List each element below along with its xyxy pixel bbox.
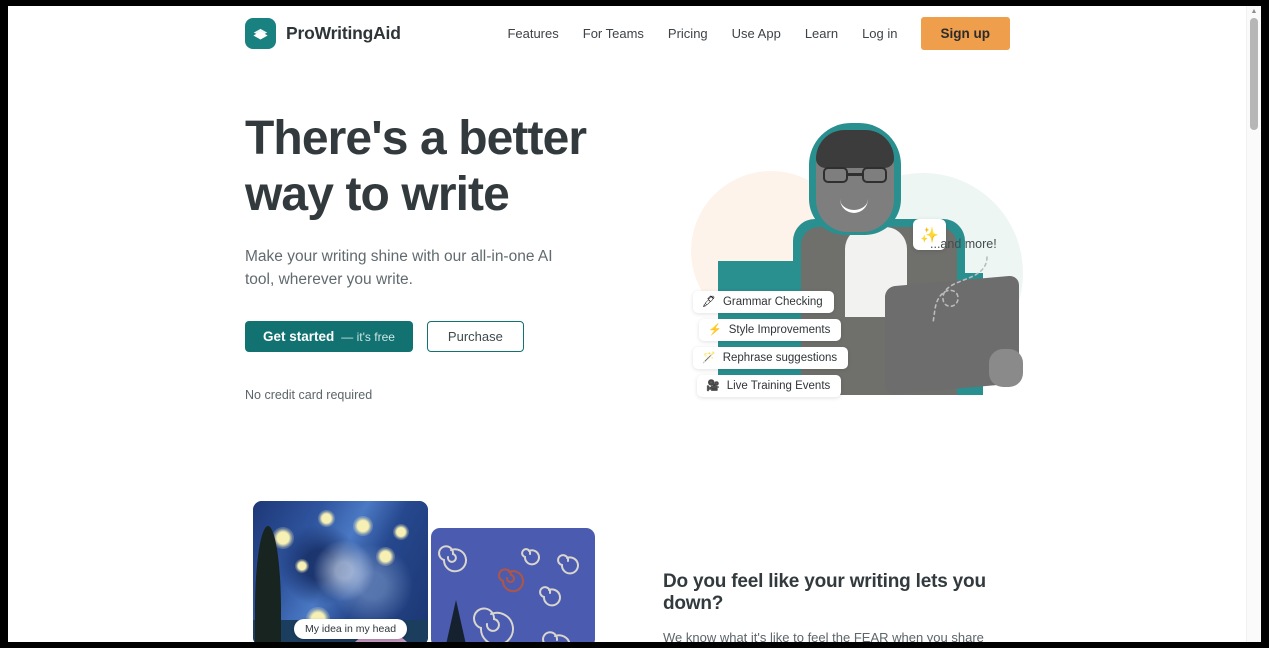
feature-chip-label: Rephrase suggestions xyxy=(722,352,838,364)
section-two-copy: Do you feel like your writing lets you d… xyxy=(663,571,1013,642)
and-more-label: ...and more! xyxy=(930,237,997,251)
feature-chip-label: Grammar Checking xyxy=(722,296,823,308)
feature-chip-rephrase-suggestions: 🪄 Rephrase suggestions xyxy=(693,347,849,369)
star xyxy=(317,509,335,527)
get-started-button[interactable]: Get started — it's free xyxy=(245,321,413,352)
main-navigation: Features For Teams Pricing Use App Learn… xyxy=(495,17,1010,50)
scrollbar-thumb[interactable] xyxy=(1250,18,1258,130)
page-content: ProWritingAid Features For Teams Pricing… xyxy=(8,6,1247,642)
feature-chip-label: Style Improvements xyxy=(728,324,831,336)
scroll-up-arrow-icon[interactable]: ▲ xyxy=(1250,8,1258,16)
lightning-bolt-icon: ⚡ xyxy=(708,323,722,336)
nav-item-learn[interactable]: Learn xyxy=(793,20,850,47)
feature-chip-label: Live Training Events xyxy=(726,380,831,392)
glasses-icon xyxy=(823,167,887,183)
feature-chip-grammar-checking: 🖋 Grammar Checking xyxy=(693,291,834,313)
person-hair xyxy=(816,130,894,168)
hero-section: There's a better way to write Make your … xyxy=(8,63,1247,483)
person-hand xyxy=(989,349,1023,387)
get-started-suffix: — it's free xyxy=(341,329,395,344)
feather-icon: 🖋 xyxy=(702,295,716,308)
nav-item-for-teams[interactable]: For Teams xyxy=(571,20,656,47)
hero-actions: Get started — it's free Purchase xyxy=(245,321,625,352)
section-writing-lets-you-down: My idea in my head Do you feel like your… xyxy=(8,483,1247,642)
feature-chip-live-training-events: 🎥 Live Training Events xyxy=(697,375,842,397)
star xyxy=(352,515,373,536)
idea-illustration: My idea in my head xyxy=(245,501,605,642)
feature-chip-list: 🖋 Grammar Checking ⚡ Style Improvements … xyxy=(693,291,849,397)
section-two-body: We know what it's like to feel the FEAR … xyxy=(663,630,984,642)
stacked-pages-logo-icon xyxy=(245,18,276,49)
nav-item-log-in[interactable]: Log in xyxy=(850,20,909,47)
magic-wand-icon: 🪄 xyxy=(702,351,716,364)
site-header: ProWritingAid Features For Teams Pricing… xyxy=(8,6,1247,63)
hero-subtitle: Make your writing shine with our all-in-… xyxy=(245,248,553,288)
star xyxy=(295,559,309,573)
sign-up-button[interactable]: Sign up xyxy=(920,17,1010,50)
brand-logo[interactable]: ProWritingAid xyxy=(245,18,401,49)
hero-title: There's a better way to write xyxy=(245,112,587,221)
glasses-lens-right xyxy=(862,167,887,183)
feature-chip-style-improvements: ⚡ Style Improvements xyxy=(699,319,842,341)
browser-viewport: ProWritingAid Features For Teams Pricing… xyxy=(8,6,1261,642)
idea-caption-pill: My idea in my head xyxy=(294,619,408,639)
brand-name: ProWritingAid xyxy=(286,23,401,43)
nav-item-pricing[interactable]: Pricing xyxy=(656,20,720,47)
glasses-lens-left xyxy=(823,167,848,183)
star xyxy=(375,547,395,567)
purchase-button[interactable]: Purchase xyxy=(426,321,524,352)
hero-illustration: 🖋 Grammar Checking ⚡ Style Improvements … xyxy=(663,113,1043,453)
sketch-cypress-tree xyxy=(443,600,469,642)
dotted-curved-arrow-icon xyxy=(932,256,988,324)
vertical-scrollbar[interactable]: ▲ xyxy=(1246,6,1261,642)
hero-copy: There's a better way to write Make your … xyxy=(245,111,625,402)
get-started-label: Get started xyxy=(263,329,335,344)
nav-item-use-app[interactable]: Use App xyxy=(720,20,793,47)
glasses-bridge xyxy=(848,173,862,176)
section-two-title: Do you feel like your writing lets you d… xyxy=(663,571,986,614)
movie-camera-icon: 🎥 xyxy=(706,379,720,392)
childlike-sketch-card xyxy=(431,528,595,642)
nav-item-features[interactable]: Features xyxy=(495,20,570,47)
browser-window-frame: ProWritingAid Features For Teams Pricing… xyxy=(0,0,1269,648)
no-credit-card-note: No credit card required xyxy=(245,388,373,402)
